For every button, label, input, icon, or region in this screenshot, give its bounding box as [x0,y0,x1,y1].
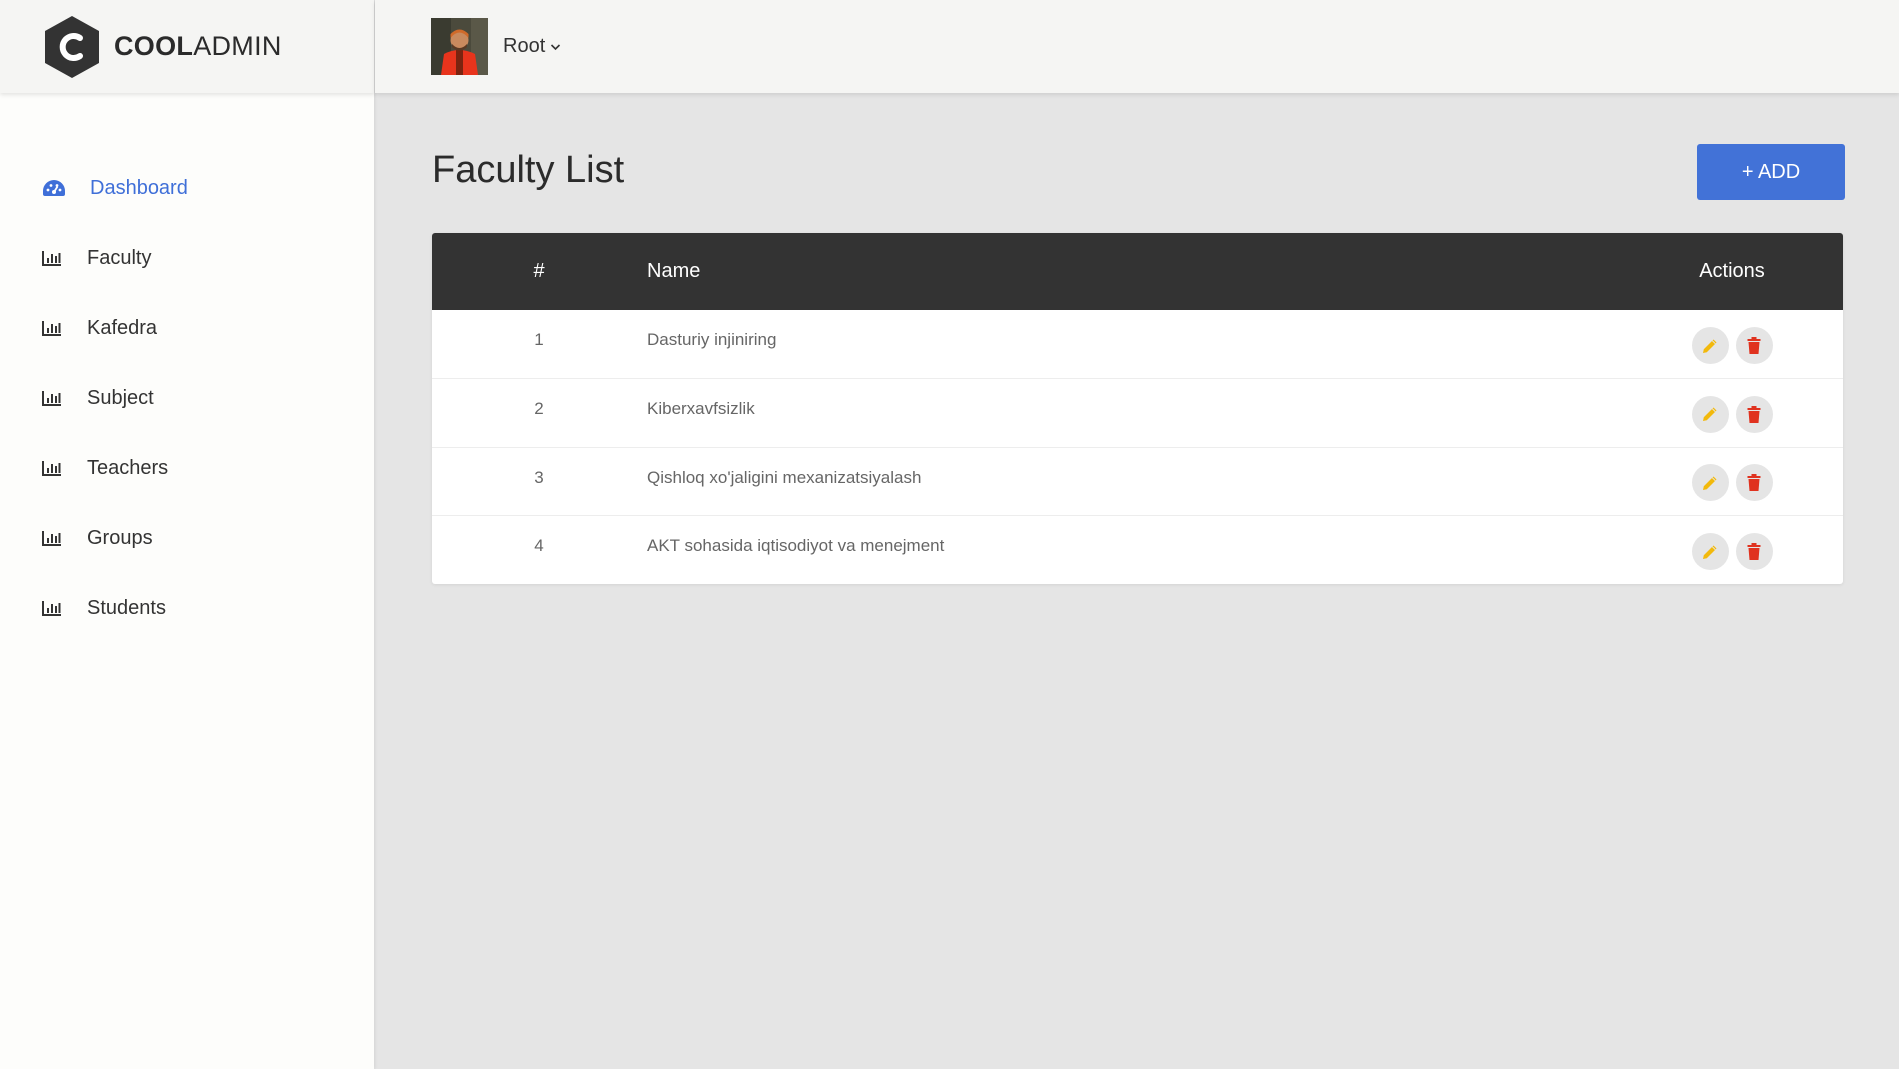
delete-button[interactable] [1735,327,1773,364]
sidebar-item-faculty[interactable]: Faculty [0,223,374,293]
bar-chart-icon [42,530,72,546]
bar-chart-icon [42,600,72,616]
pencil-icon [1703,339,1717,353]
brand-logo[interactable]: COOLADMIN [0,0,374,93]
trash-icon [1747,337,1761,354]
row-name: Dasturiy injiniring [647,330,777,349]
row-actions [1622,323,1842,364]
table-header-row: # Name Actions [432,233,1843,310]
sidebar-item-label: Kafedra [87,316,158,339]
row-number: 3 [534,467,544,487]
row-number: 1 [534,330,544,349]
row-actions [1622,460,1842,502]
bar-chart-icon [42,460,72,476]
row-actions [1622,529,1842,570]
add-button[interactable]: + ADD [1697,144,1845,200]
sidebar-nav: Dashboard Faculty Kafedra Subject Teache… [0,153,374,643]
brand-name-light: ADMIN [193,31,282,61]
sidebar-item-label: Students [87,596,166,619]
top-header: Root [375,0,1899,93]
row-number: 4 [534,536,544,555]
row-name: AKT sohasida iqtisodiyot va menejment [647,536,945,555]
sidebar-item-kafedra[interactable]: Kafedra [0,293,374,363]
sidebar-item-label: Subject [87,386,154,409]
edit-button[interactable] [1691,464,1729,502]
brand-name-bold: COOL [114,31,194,61]
sidebar-item-groups[interactable]: Groups [0,503,374,573]
sidebar-item-dashboard[interactable]: Dashboard [0,153,374,223]
user-name: Root [503,35,546,57]
sidebar-item-label: Groups [87,526,153,549]
sidebar: COOLADMIN Dashboard Faculty Kafedra Subj… [0,0,374,1069]
page-title: Faculty List [432,149,625,191]
edit-button[interactable] [1691,327,1729,364]
sidebar-item-label: Teachers [87,456,169,479]
bar-chart-icon [42,390,72,406]
user-menu-toggle[interactable]: Root [503,35,561,58]
delete-button[interactable] [1735,464,1773,502]
row-name: Kiberxavfsizlik [647,399,755,418]
sidebar-item-label: Dashboard [90,176,188,199]
column-header-name: Name [647,260,701,282]
chevron-down-icon [551,43,561,50]
pencil-icon [1703,407,1717,422]
logo-hexagon-icon [45,15,99,78]
table-row: 4 AKT sohasida iqtisodiyot va menejment [432,516,1843,585]
sidebar-item-label: Faculty [87,246,152,269]
brand-name: COOLADMIN [114,31,282,62]
bar-chart-icon [42,250,72,266]
delete-button[interactable] [1735,533,1773,570]
table-row: 2 Kiberxavfsizlik [432,379,1843,447]
sidebar-item-teachers[interactable]: Teachers [0,433,374,503]
avatar[interactable] [431,18,488,75]
pencil-icon [1703,476,1717,490]
sidebar-item-students[interactable]: Students [0,573,374,643]
row-name: Qishloq xo'jaligini mexanizatsiyalash [647,467,922,487]
trash-icon [1747,474,1761,492]
edit-button[interactable] [1691,533,1729,570]
delete-button[interactable] [1735,395,1773,433]
edit-button[interactable] [1691,395,1729,433]
faculty-table: # Name Actions 1 Dasturiy injiniring 2 K… [432,233,1843,584]
column-header-number: # [533,260,545,282]
row-actions [1622,392,1842,433]
row-number: 2 [534,399,544,418]
trash-icon [1747,543,1761,560]
trash-icon [1747,405,1761,423]
column-header-actions: Actions [1699,260,1765,282]
table-row: 1 Dasturiy injiniring [432,310,1843,379]
sidebar-item-subject[interactable]: Subject [0,363,374,433]
pencil-icon [1703,545,1717,559]
table-row: 3 Qishloq xo'jaligini mexanizatsiyalash [432,447,1843,516]
dashboard-icon [42,178,72,198]
bar-chart-icon [42,320,72,336]
